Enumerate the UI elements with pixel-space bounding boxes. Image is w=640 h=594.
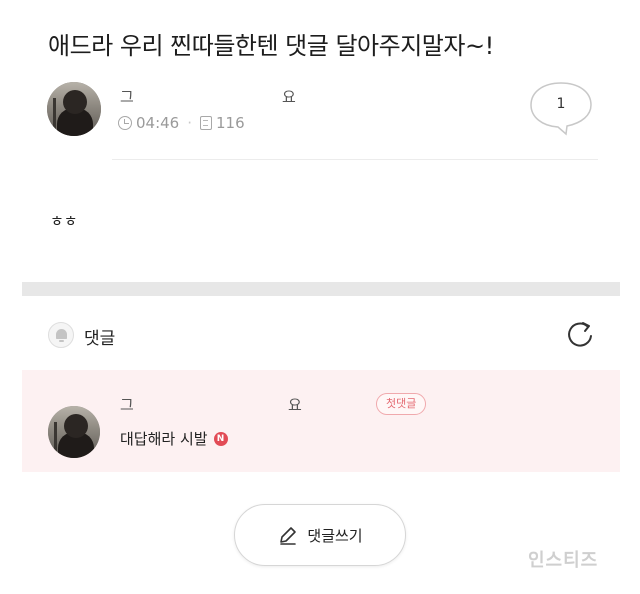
write-comment-label: 댓글쓰기 [307, 526, 363, 545]
comment-item [22, 370, 620, 472]
write-comment-button[interactable]: 댓글쓰기 [234, 504, 406, 566]
clock-icon [118, 116, 132, 130]
post-body: ㅎㅎ [50, 212, 78, 230]
comments-label: 댓글 [84, 329, 116, 349]
post-title: 애드라 우리 찐따들한텐 댓글 달아주지말자~! [48, 32, 494, 60]
refresh-icon[interactable] [564, 319, 596, 351]
comment-count-button[interactable]: 1 [528, 80, 594, 136]
author-avatar[interactable] [47, 82, 101, 136]
comments-header: 댓글 [48, 318, 600, 352]
watermark: 인스티즈 [528, 550, 599, 571]
first-comment-badge: 첫댓글 [376, 393, 427, 415]
commenter-name[interactable]: 그 [120, 394, 134, 415]
commenter-name-suffix: 요 [288, 396, 302, 414]
pencil-icon [280, 527, 297, 545]
document-icon [200, 116, 213, 130]
author-name[interactable]: 그 [120, 86, 134, 107]
view-count: 116 [216, 114, 245, 132]
section-divider [22, 282, 620, 296]
comment-count: 1 [556, 96, 566, 112]
post-meta: 04:46 · 116 [118, 114, 245, 132]
post-time: 04:46 [136, 114, 180, 132]
comment-text: 대답해라 시발 [120, 430, 208, 448]
meta-separator: · [187, 114, 193, 132]
author-name-suffix: 요 [282, 88, 296, 106]
divider [112, 159, 598, 160]
bell-icon[interactable] [48, 322, 74, 348]
commenter-avatar[interactable] [48, 406, 100, 458]
comment-content: 대답해라 시발 N [120, 428, 228, 449]
new-badge: N [213, 431, 228, 446]
